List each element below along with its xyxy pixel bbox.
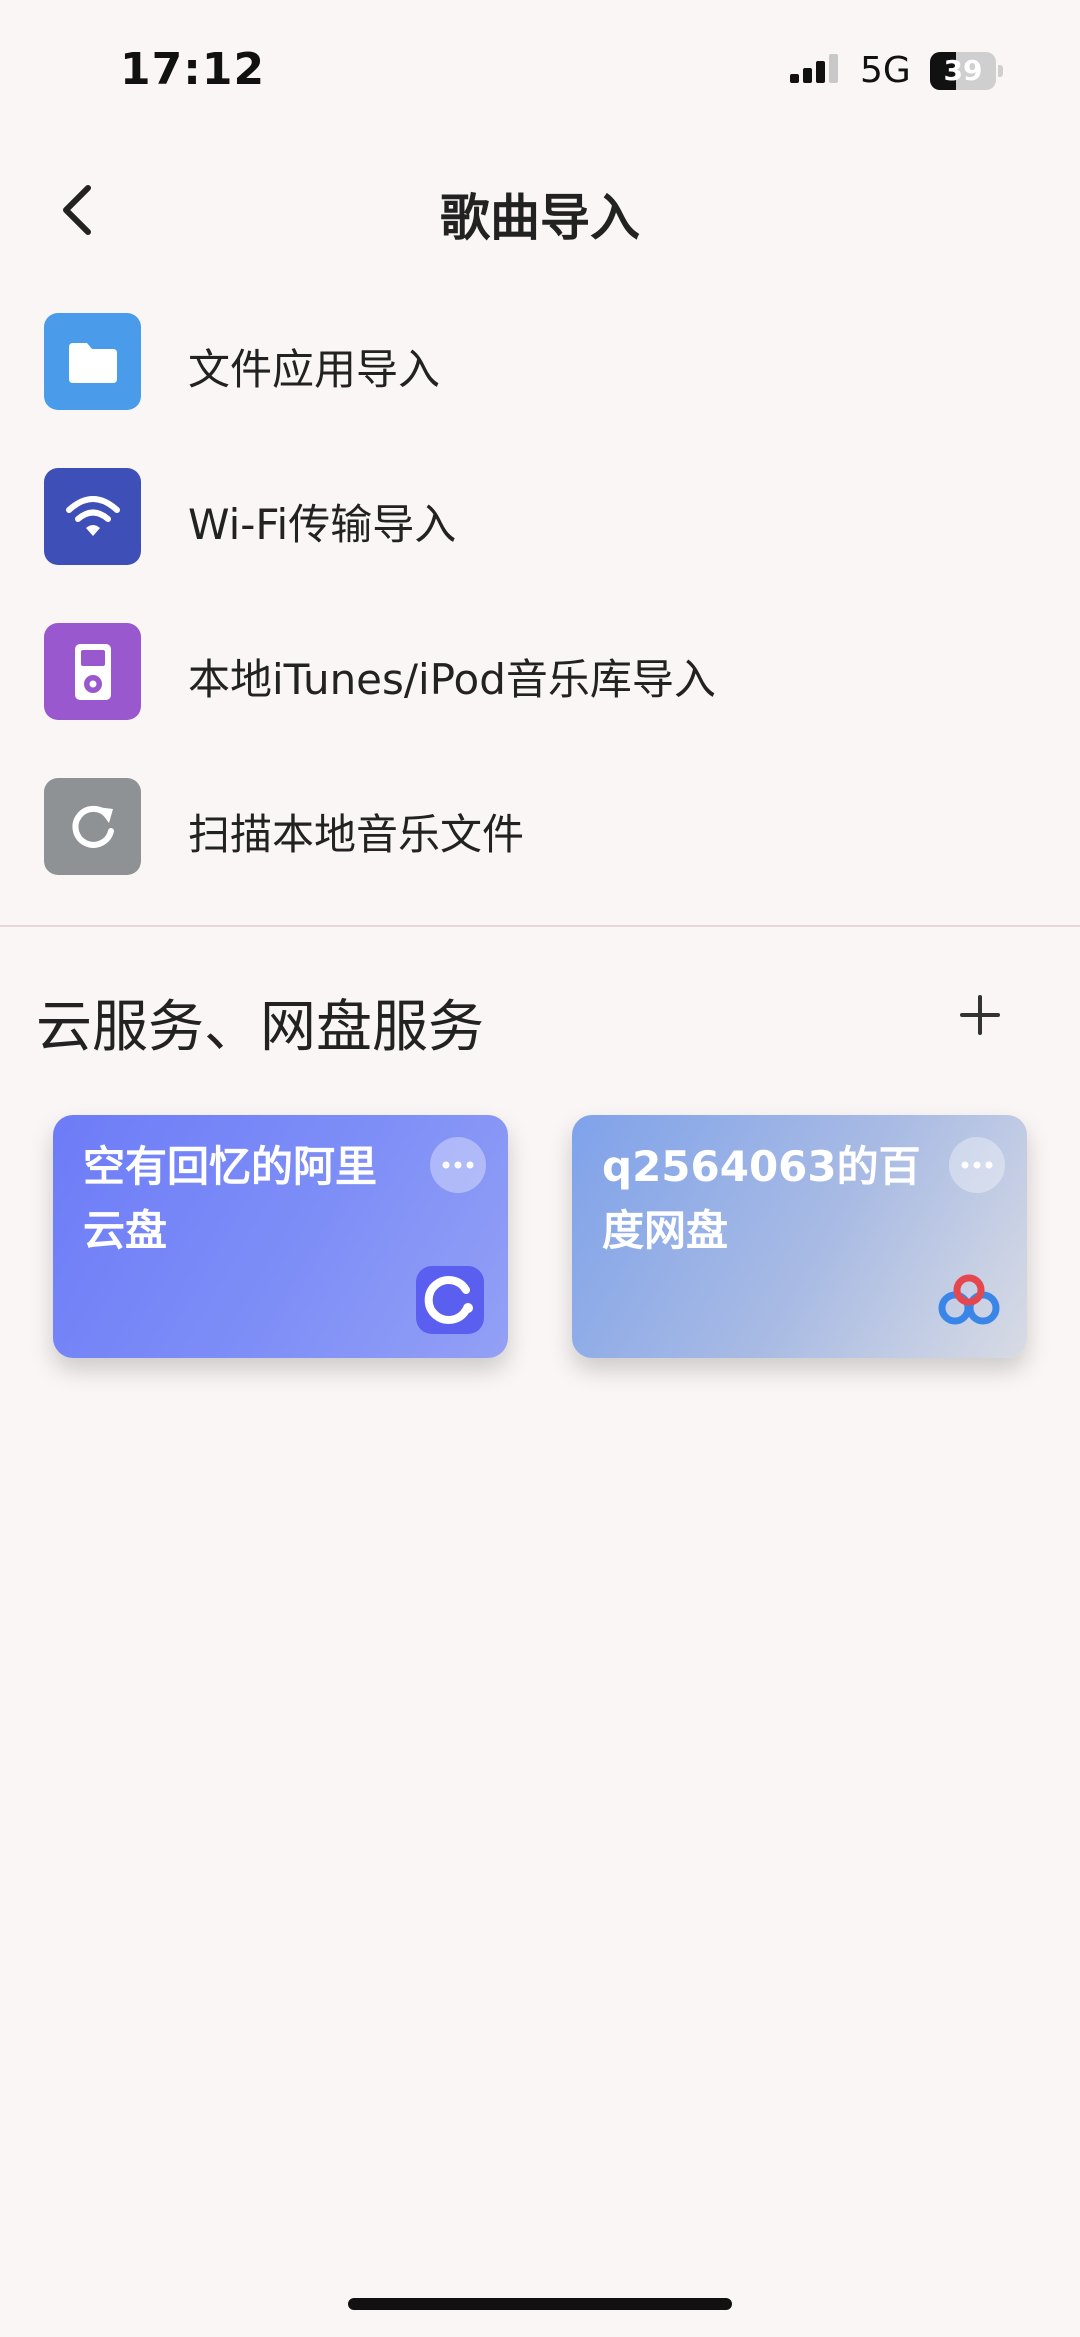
ipod-icon-tile bbox=[44, 623, 141, 720]
baidu-netdisk-logo bbox=[938, 1274, 1000, 1325]
cellular-signal-icon bbox=[790, 54, 838, 83]
cloud-section-title: 云服务、网盘服务 bbox=[36, 995, 484, 1060]
import-option-itunes-ipod[interactable]: 本地iTunes/iPod音乐库导入 bbox=[0, 610, 1080, 765]
wifi-icon bbox=[65, 495, 120, 536]
status-time: 17:12 bbox=[120, 44, 266, 95]
import-option-label: 本地iTunes/iPod音乐库导入 bbox=[188, 655, 716, 704]
service-name: q2564063的百度网盘 bbox=[602, 1142, 921, 1255]
more-options-button[interactable] bbox=[949, 1137, 1005, 1193]
page-title: 歌曲导入 bbox=[440, 189, 640, 247]
folder-icon bbox=[68, 342, 117, 383]
more-icon bbox=[961, 1161, 993, 1169]
home-indicator bbox=[348, 2298, 732, 2310]
more-options-button[interactable] bbox=[430, 1137, 486, 1193]
aliyun-drive-logo bbox=[416, 1266, 484, 1334]
refresh-icon bbox=[72, 805, 114, 848]
plus-icon bbox=[960, 995, 1000, 1035]
battery-icon: 39 bbox=[930, 52, 1004, 90]
import-option-scan-local[interactable]: 扫描本地音乐文件 bbox=[0, 765, 1080, 920]
header: 歌曲导入 bbox=[0, 160, 1080, 260]
import-option-label: Wi-Fi传输导入 bbox=[188, 500, 457, 549]
import-option-files-app[interactable]: 文件应用导入 bbox=[0, 300, 1080, 455]
service-name: 空有回忆的阿里云盘 bbox=[83, 1142, 378, 1255]
refresh-icon-tile bbox=[44, 778, 141, 875]
battery-level: 39 bbox=[943, 54, 983, 87]
import-option-label: 扫描本地音乐文件 bbox=[188, 810, 525, 859]
add-service-button[interactable] bbox=[950, 985, 1010, 1045]
wifi-icon-tile bbox=[44, 468, 141, 565]
import-options-list: 文件应用导入 Wi-Fi传输导入 本地iTunes/iPod音乐库导入 扫描本地… bbox=[0, 300, 1080, 920]
folder-icon-tile bbox=[44, 313, 141, 410]
import-option-label: 文件应用导入 bbox=[188, 345, 441, 394]
divider bbox=[0, 925, 1080, 927]
status-bar: 17:12 5G 39 bbox=[0, 0, 1080, 140]
cloud-service-card-baidu[interactable]: q2564063的百度网盘 bbox=[572, 1115, 1027, 1358]
cloud-service-card-aliyun[interactable]: 空有回忆的阿里云盘 bbox=[53, 1115, 508, 1358]
import-option-wifi[interactable]: Wi-Fi传输导入 bbox=[0, 455, 1080, 610]
ipod-icon bbox=[74, 643, 111, 700]
more-icon bbox=[442, 1161, 474, 1169]
network-type: 5G bbox=[860, 50, 911, 91]
